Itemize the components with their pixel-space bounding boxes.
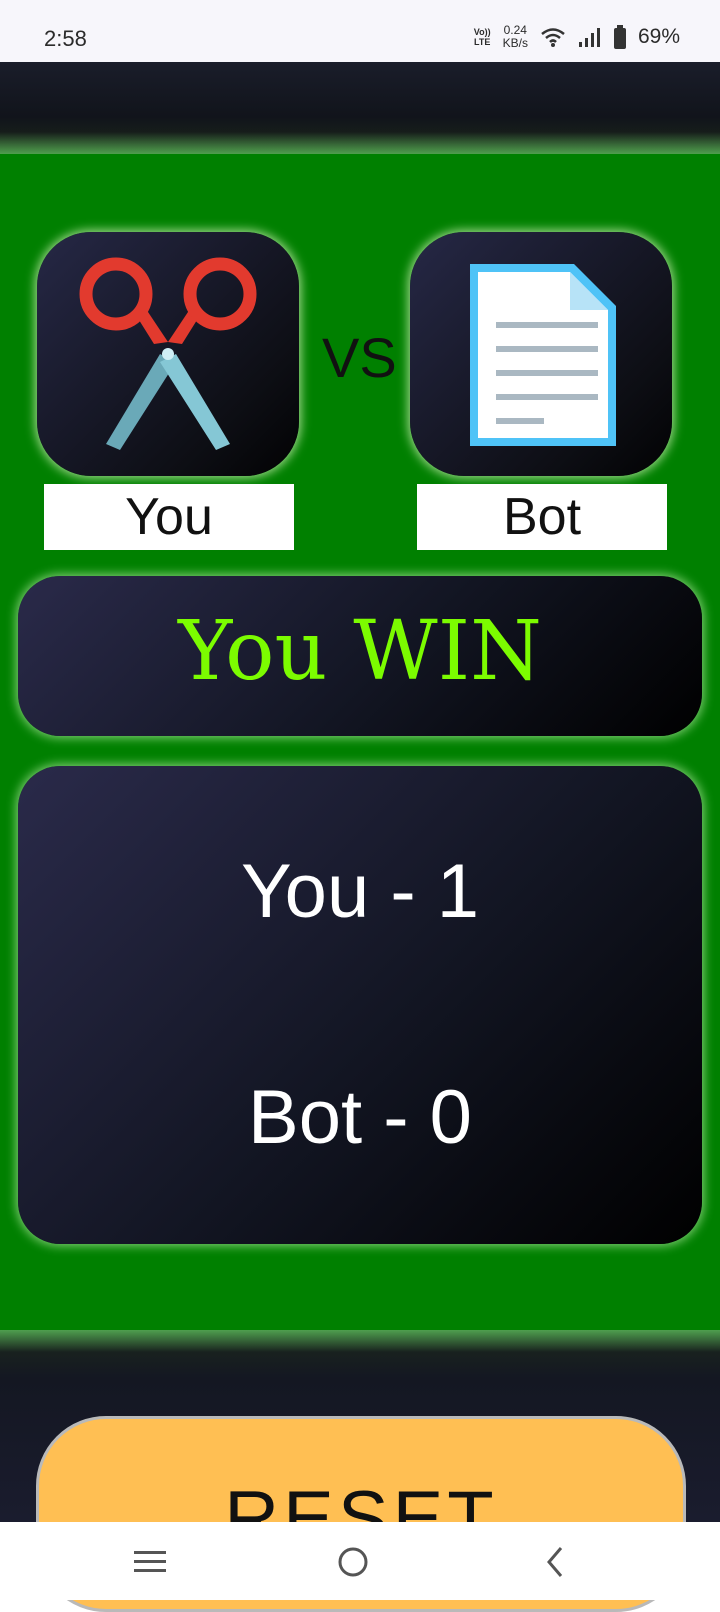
bot-choice-card bbox=[410, 232, 672, 476]
vs-label: VS bbox=[322, 326, 397, 389]
paper-document-icon bbox=[470, 264, 616, 446]
menu-button[interactable] bbox=[120, 1538, 180, 1586]
menu-icon bbox=[134, 1551, 166, 1572]
speed-unit: KB/s bbox=[502, 36, 528, 50]
lte-label: LTE bbox=[474, 37, 491, 47]
player-score: You - 1 bbox=[240, 849, 480, 934]
battery-icon bbox=[613, 25, 626, 49]
home-button[interactable] bbox=[323, 1538, 383, 1586]
player-label: You bbox=[125, 488, 213, 546]
volte-indicator: Vo)) LTE bbox=[474, 27, 491, 47]
result-text: You WIN bbox=[178, 604, 542, 699]
signal-icon bbox=[578, 28, 600, 47]
volte-label: Vo)) bbox=[473, 27, 491, 37]
status-bar: 2:58 Vo)) LTE 0.24 KB/s 69% bbox=[0, 0, 720, 62]
network-speed: 0.24 KB/s bbox=[503, 24, 528, 50]
player-label-box: You bbox=[44, 484, 294, 550]
status-time: 2:58 bbox=[44, 26, 87, 51]
status-icons: Vo)) LTE 0.24 KB/s 69% bbox=[474, 24, 680, 50]
result-panel: You WIN bbox=[18, 576, 702, 736]
system-nav-bar bbox=[0, 1522, 720, 1600]
wifi-icon bbox=[541, 28, 565, 47]
home-circle-icon bbox=[338, 1547, 368, 1577]
battery-percent: 69% bbox=[637, 25, 680, 48]
player-choice-card bbox=[37, 232, 299, 476]
app-header-band bbox=[0, 62, 720, 154]
bot-label-box: Bot bbox=[417, 484, 667, 550]
bot-score: Bot - 0 bbox=[248, 1075, 472, 1160]
back-button[interactable] bbox=[526, 1538, 586, 1586]
bot-label: Bot bbox=[502, 488, 582, 546]
score-panel: You - 1 Bot - 0 bbox=[18, 766, 702, 1244]
scissors-icon bbox=[79, 257, 257, 450]
back-chevron-icon bbox=[547, 1547, 563, 1577]
